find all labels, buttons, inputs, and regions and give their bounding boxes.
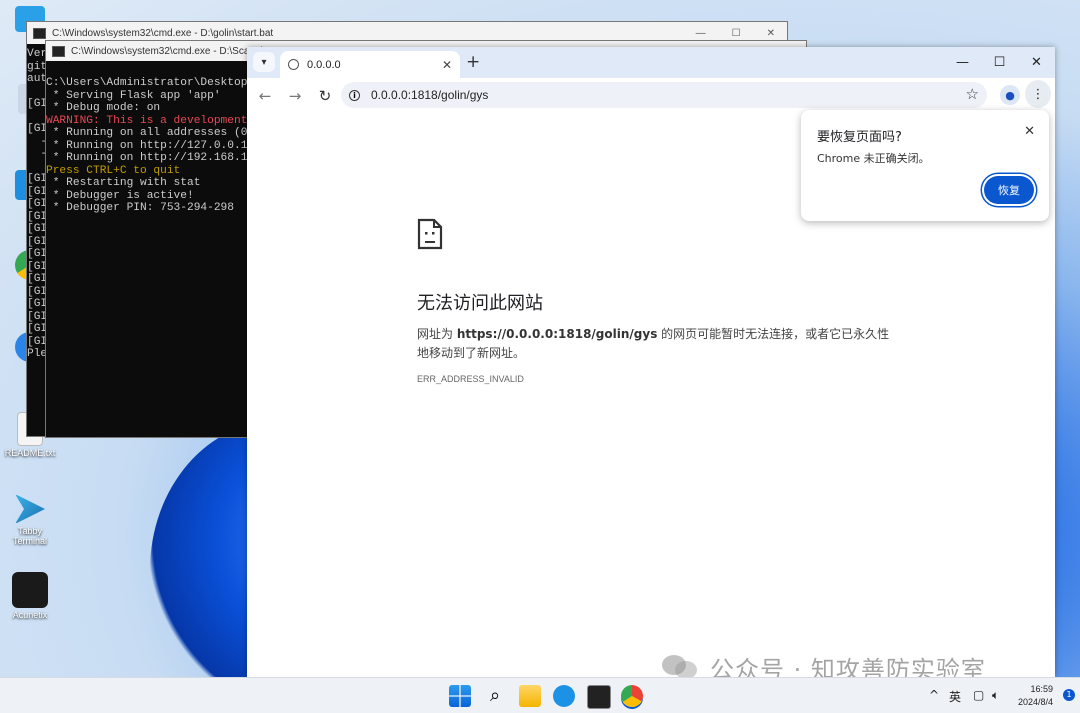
toolbar: ← → ↻ i 0.0.0.0:1818/golin/gys ☆ ● ⋮ <box>247 78 1055 113</box>
volume-icon[interactable]: 🔈︎ <box>992 688 999 703</box>
clock-time: 16:59 <box>1030 684 1054 694</box>
menu-kebab-icon[interactable]: ⋮ <box>1025 80 1051 108</box>
desktop-icon-label: README.txt <box>4 448 56 458</box>
new-tab-button[interactable]: + <box>466 52 480 72</box>
bookmark-star-icon[interactable]: ☆ <box>966 85 979 103</box>
desktop-icon-tabby[interactable]: Tabby Terminal <box>0 494 60 546</box>
window-controls: — ☐ ✕ <box>944 47 1055 78</box>
notification-badge[interactable]: 1 <box>1063 689 1075 701</box>
popup-title: 要恢复页面吗? <box>817 130 902 145</box>
tab-search-button[interactable]: ▾ <box>253 52 275 72</box>
clock[interactable]: 16:59 2024/8/4 <box>1018 683 1053 709</box>
error-description: 网址为 https://0.0.0.0:1818/golin/gys 的网页可能… <box>417 325 897 363</box>
cmd-icon <box>52 45 65 57</box>
close-icon[interactable]: ✕ <box>767 28 775 39</box>
file-explorer-icon[interactable] <box>519 685 541 707</box>
terminal-icon[interactable] <box>587 685 611 709</box>
minimize-button[interactable]: — <box>944 47 981 78</box>
tab-strip: ▾ 0.0.0.0 ✕ + — ☐ ✕ <box>247 47 1055 78</box>
tray-caret-icon[interactable]: ^ <box>929 688 939 702</box>
restore-pages-popup: 要恢复页面吗? Chrome 未正确关闭。 ✕ 恢复 <box>801 110 1049 221</box>
error-code: ERR_ADDRESS_INVALID <box>417 374 524 384</box>
popup-close-icon[interactable]: ✕ <box>1024 124 1035 139</box>
tab-close-icon[interactable]: ✕ <box>442 58 452 72</box>
cmd-icon <box>33 27 46 39</box>
start-icon[interactable] <box>449 685 471 707</box>
cmd-title: C:\Windows\system32\cmd.exe - D:\Scannin <box>71 45 269 57</box>
url-text: 0.0.0.0:1818/golin/gys <box>371 88 489 102</box>
cmd-window-controls[interactable]: — ☐ ✕ <box>696 28 787 39</box>
network-icon[interactable]: ▢ <box>973 688 984 702</box>
maximize-button[interactable]: ☐ <box>981 47 1018 78</box>
search-icon[interactable]: ⌕ <box>484 685 506 707</box>
ime-indicator[interactable]: 英 <box>949 688 961 705</box>
maximize-icon[interactable]: ☐ <box>732 28 741 39</box>
reload-button[interactable]: ↻ <box>310 87 340 105</box>
back-button[interactable]: ← <box>250 87 280 105</box>
minimize-icon[interactable]: — <box>696 28 706 39</box>
cmd-title: C:\Windows\system32\cmd.exe - D:\golin\s… <box>52 27 274 39</box>
close-button[interactable]: ✕ <box>1018 47 1055 78</box>
restore-button[interactable]: 恢复 <box>984 176 1034 204</box>
desktop-icon-label: Tabby Terminal <box>12 526 47 546</box>
desktop: README.txt Tabby Terminal Acunetix C:\Wi… <box>0 0 1080 713</box>
chrome-icon[interactable] <box>621 685 643 707</box>
error-desc-url: https://0.0.0.0:1818/golin/gys <box>456 327 658 341</box>
tab-title: 0.0.0.0 <box>307 58 341 71</box>
popup-body: Chrome 未正确关闭。 <box>817 152 930 165</box>
taskbar: ⌕ ^ 英 ▢ 🔈︎ 16:59 2024/8/4 1 <box>0 677 1080 713</box>
docker-icon[interactable] <box>553 685 575 707</box>
profile-icon[interactable]: ● <box>1000 85 1020 105</box>
desktop-icon-label: Acunetix <box>12 610 48 620</box>
error-title: 无法访问此网站 <box>417 293 543 314</box>
globe-icon <box>288 59 299 70</box>
error-desc-prefix: 网址为 <box>417 327 457 341</box>
desktop-icon-acunetix[interactable]: Acunetix <box>0 572 60 620</box>
sad-page-icon <box>417 218 443 250</box>
address-bar[interactable]: i 0.0.0.0:1818/golin/gys ☆ <box>341 82 987 108</box>
forward-button[interactable]: → <box>280 87 310 105</box>
clock-date: 2024/8/4 <box>1018 697 1054 707</box>
tab-active[interactable]: 0.0.0.0 ✕ <box>280 51 460 78</box>
chrome-window[interactable]: ▾ 0.0.0.0 ✕ + — ☐ ✕ ← → ↻ i 0.0.0.0:1818… <box>247 47 1055 677</box>
site-info-icon[interactable]: i <box>349 89 360 101</box>
